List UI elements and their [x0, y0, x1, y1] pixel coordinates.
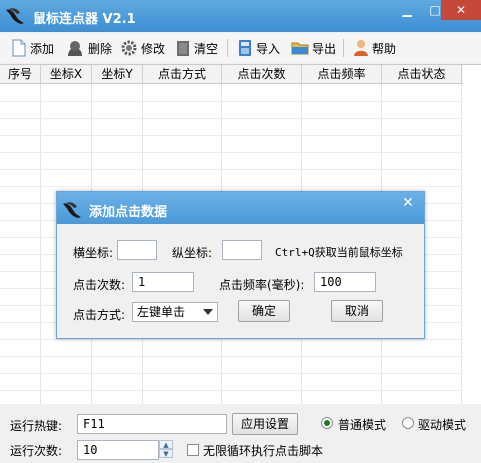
grid-line: [0, 339, 463, 340]
maximize-icon: □: [429, 3, 441, 17]
infinite-loop-label[interactable]: 无限循环执行点击脚本: [203, 442, 323, 459]
folder-icon: [291, 42, 309, 55]
window-title: 鼠标连点器 V2.1: [33, 12, 136, 27]
minimize-button[interactable]: ▁: [394, 0, 420, 20]
hotkey-input[interactable]: F11: [77, 414, 227, 434]
grid-line: [0, 135, 463, 136]
column-header-click-status[interactable]: 点击状态: [382, 65, 462, 83]
settings-panel: 运行热键: F11 应用设置 普通模式 驱动模式 运行次数: 10 ▲ ▼ 无限…: [0, 404, 481, 463]
close-icon: ✕: [402, 195, 414, 211]
delete-button[interactable]: 删除: [65, 38, 112, 58]
column-header-index[interactable]: 序号: [0, 65, 41, 83]
x-coordinate-label: 横坐标:: [73, 246, 114, 260]
confirm-button[interactable]: 确定: [238, 300, 290, 322]
click-mode-value: 左键单击: [137, 305, 186, 319]
y-coordinate-label: 纵坐标:: [172, 246, 213, 260]
table-header: 序号 坐标X 坐标Y 点击方式 点击次数 点击频率 点击状态: [0, 65, 463, 84]
y-coordinate-input[interactable]: [222, 240, 262, 260]
click-frequency-label: 点击频率(毫秒):: [219, 278, 305, 292]
grid-line: [0, 101, 463, 102]
click-mode-label: 点击方式:: [73, 308, 126, 322]
cancel-button[interactable]: 取消: [331, 300, 383, 322]
dialog-title: 添加点击数据: [89, 205, 168, 220]
normal-mode-radio[interactable]: [321, 417, 333, 429]
click-mode-select[interactable]: 左键单击: [132, 302, 218, 322]
driver-mode-label[interactable]: 驱动模式: [418, 416, 466, 433]
toolbar: 添加 删除 修改 清空 导入 导出 帮助: [0, 33, 481, 63]
grid-line: [0, 118, 463, 119]
grid-line: [0, 152, 463, 153]
column-header-click-frequency[interactable]: 点击频率: [302, 65, 382, 83]
chevron-up-icon[interactable]: ▲: [159, 440, 173, 449]
export-button[interactable]: 导出: [291, 38, 336, 58]
gear-icon: [121, 40, 137, 56]
column-header-y[interactable]: 坐标Y: [92, 65, 143, 83]
normal-mode-label[interactable]: 普通模式: [338, 416, 386, 433]
help-button[interactable]: 帮助: [353, 38, 396, 58]
click-count-label: 点击次数:: [73, 278, 126, 292]
run-count-input[interactable]: 10: [77, 440, 159, 460]
grid-line: [0, 373, 463, 374]
coordinate-hint: Ctrl+Q获取当前鼠标坐标: [275, 246, 403, 259]
toolbar-separator: [343, 39, 344, 57]
chevron-down-icon[interactable]: ▼: [159, 449, 173, 458]
toolbar-separator: [227, 39, 228, 57]
import-icon: [239, 40, 251, 56]
run-count-label: 运行次数:: [10, 444, 63, 458]
main-window: 鼠标连点器 V2.1 ▁ □ ✕ 添加 删除 修改 清空 导入 导出 帮助 序号…: [0, 0, 481, 463]
x-coordinate-input[interactable]: [117, 240, 157, 260]
infinite-loop-checkbox[interactable]: [187, 444, 199, 456]
clear-button[interactable]: 清空: [175, 38, 218, 58]
edit-button[interactable]: 修改: [120, 38, 165, 58]
radio-selected-icon: [324, 420, 330, 426]
close-icon: ✕: [455, 3, 467, 17]
column-header-click-count[interactable]: 点击次数: [222, 65, 302, 83]
click-count-input[interactable]: 1: [132, 272, 194, 292]
driver-mode-radio[interactable]: [402, 417, 414, 429]
app-logo-icon: [63, 202, 81, 218]
user-help-icon: [354, 40, 368, 56]
import-button[interactable]: 导入: [237, 38, 280, 58]
grid-line: [0, 186, 463, 187]
title-bar[interactable]: 鼠标连点器 V2.1 ▁ □ ✕: [0, 0, 481, 32]
hotkey-label: 运行热键:: [10, 419, 63, 433]
delete-icon: [68, 41, 82, 56]
trash-icon: [177, 41, 189, 56]
dialog-title-bar[interactable]: 添加点击数据 ✕: [57, 192, 424, 224]
add-button[interactable]: 添加: [11, 38, 54, 58]
add-click-data-dialog: 添加点击数据 ✕ 横坐标: 纵坐标: Ctrl+Q获取当前鼠标坐标 点击次数: …: [56, 191, 425, 339]
apply-settings-button[interactable]: 应用设置: [232, 413, 298, 435]
column-header-click-mode[interactable]: 点击方式: [143, 65, 222, 83]
grid-line: [0, 390, 463, 391]
dialog-close-button[interactable]: ✕: [393, 193, 423, 213]
app-logo-icon: [6, 8, 24, 24]
dropdown-arrow-icon: [203, 309, 213, 315]
minimize-icon: ▁: [402, 3, 412, 17]
new-document-icon: [12, 39, 26, 57]
run-count-stepper[interactable]: ▲ ▼: [159, 440, 173, 460]
grid-line: [0, 356, 463, 357]
click-frequency-input[interactable]: 100: [314, 272, 376, 292]
grid-line: [0, 169, 463, 170]
column-header-x[interactable]: 坐标X: [41, 65, 92, 83]
close-button[interactable]: ✕: [441, 0, 481, 20]
